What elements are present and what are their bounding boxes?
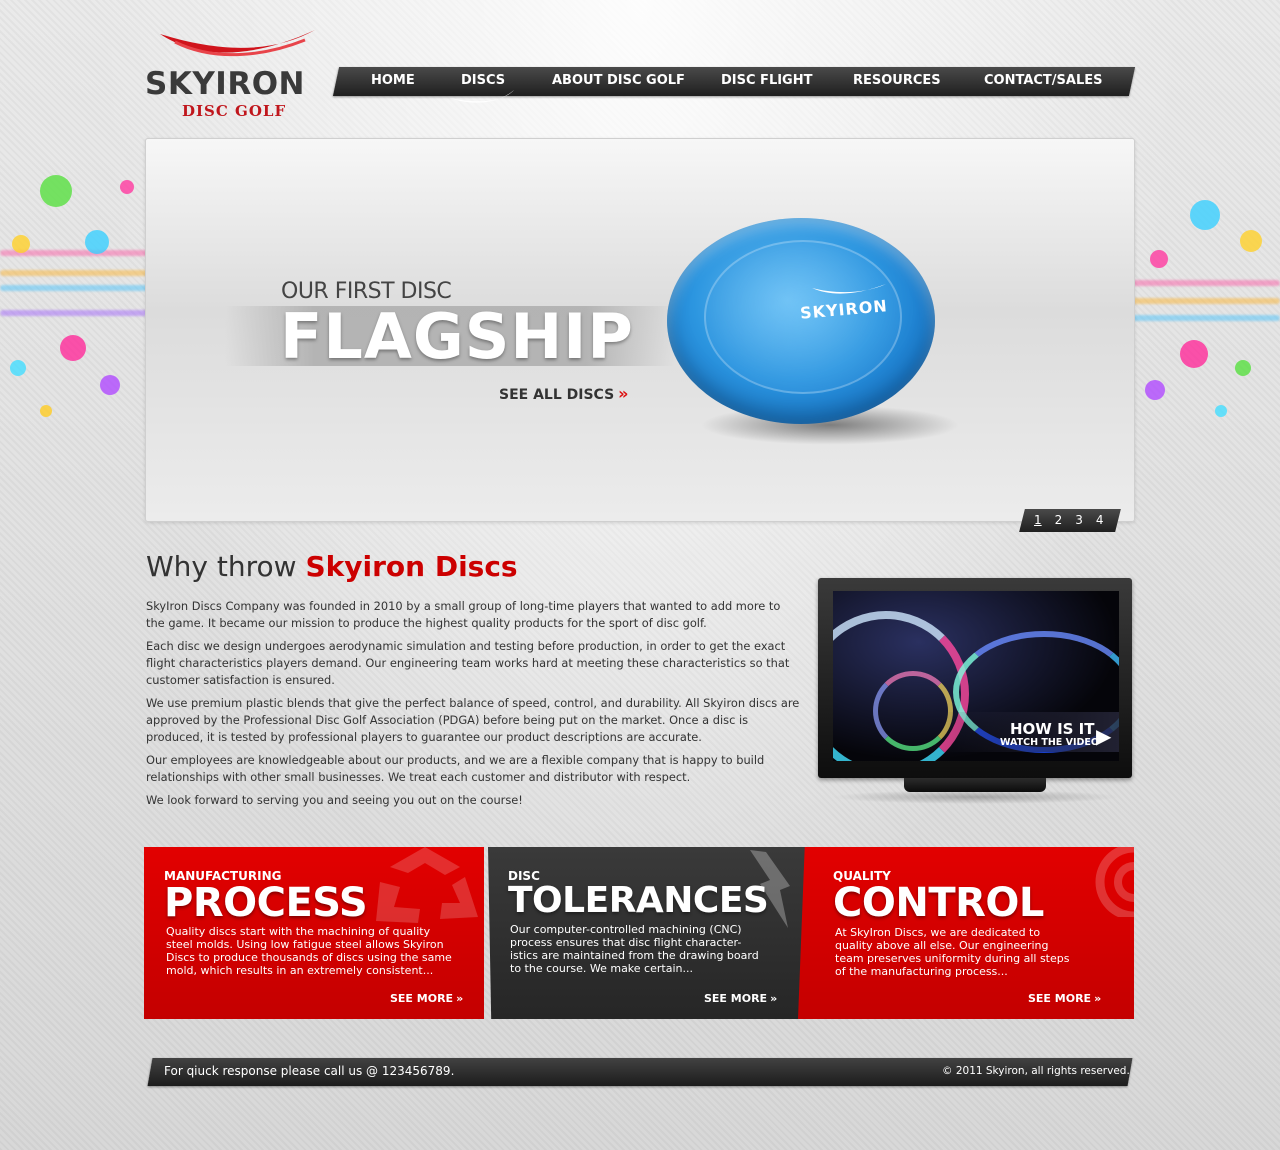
nav-disc-flight[interactable]: DISC FLIGHT	[721, 73, 812, 88]
why-heading: Why throw Skyiron Discs	[146, 550, 518, 583]
why-heading-prefix: Why throw	[146, 550, 297, 583]
pager-page-2[interactable]: 2	[1055, 513, 1063, 527]
slider-pager: 1 2 3 4	[1034, 513, 1104, 527]
double-chevron-right-icon: »	[618, 384, 629, 403]
see-more-label: SEE MORE	[1028, 992, 1092, 1005]
why-body: SkyIron Discs Company was founded in 201…	[146, 598, 802, 815]
bokeh-decoration-right	[1130, 160, 1280, 460]
nav-about-disc-golf[interactable]: ABOUT DISC GOLF	[552, 73, 685, 88]
why-heading-brand: Skyiron Discs	[305, 550, 518, 583]
why-paragraph: SkyIron Discs Company was founded in 201…	[146, 599, 781, 630]
why-paragraph: Our employees are knowledgeable about ou…	[146, 753, 765, 784]
feature-title-tolerances: TOLERANCES	[508, 880, 769, 921]
nav-contact-sales[interactable]: CONTACT/SALES	[984, 73, 1103, 88]
feature-text-control: At SkyIron Discs, we are dedicated to qu…	[835, 926, 1070, 978]
see-more-control-link[interactable]: SEE MORE»	[1028, 992, 1101, 1005]
video-title: HOW IS IT	[1010, 720, 1095, 738]
brand-subtitle: DISC GOLF	[182, 102, 287, 120]
double-chevron-right-icon: »	[1094, 992, 1102, 1005]
target-icon	[1095, 847, 1134, 917]
play-icon[interactable]: ▶	[1096, 724, 1111, 748]
hero-title: FLAGSHIP	[280, 300, 634, 373]
see-more-process-link[interactable]: SEE MORE»	[390, 992, 463, 1005]
double-chevron-right-icon: »	[770, 992, 778, 1005]
recycle-icon	[376, 847, 478, 923]
pager-page-4[interactable]: 4	[1096, 513, 1104, 527]
footer-contact: For qiuck response please call us @ 1234…	[164, 1064, 455, 1078]
pager-page-1[interactable]: 1	[1034, 513, 1042, 527]
see-more-label: SEE MORE	[390, 992, 454, 1005]
see-all-discs-label: SEE ALL DISCS	[499, 387, 615, 403]
see-all-discs-link[interactable]: SEE ALL DISCS»	[499, 384, 629, 403]
feature-title-process: PROCESS	[164, 880, 368, 926]
see-more-label: SEE MORE	[704, 992, 768, 1005]
bokeh-decoration-left	[0, 160, 150, 460]
swoosh-icon	[160, 30, 315, 57]
nav-active-swoosh-icon	[450, 90, 514, 103]
why-paragraph: We use premium plastic blends that give …	[146, 696, 800, 744]
why-paragraph: Each disc we design undergoes aerodynami…	[146, 639, 790, 687]
why-paragraph: We look forward to serving you and seein…	[146, 793, 523, 807]
feature-text-process: Quality discs start with the machining o…	[166, 925, 452, 977]
watch-video-link[interactable]: WATCH THE VIDEO	[1000, 737, 1099, 748]
feature-title-control: CONTROL	[833, 880, 1044, 926]
nav-resources[interactable]: RESOURCES	[853, 73, 941, 88]
nav-home[interactable]: HOME	[371, 73, 415, 88]
see-more-tolerances-link[interactable]: SEE MORE»	[704, 992, 777, 1005]
pager-page-3[interactable]: 3	[1075, 513, 1083, 527]
footer-copyright: © 2011 Skyiron, all rights reserved.	[942, 1065, 1130, 1077]
brand-logo[interactable]: SKYIRON DISC GOLF	[145, 22, 325, 122]
feature-text-tolerances: Our computer-controlled machining (CNC) …	[510, 923, 759, 975]
brand-name: SKYIRON	[145, 66, 305, 102]
double-chevron-right-icon: »	[456, 992, 464, 1005]
tv-reflection	[830, 790, 1120, 804]
